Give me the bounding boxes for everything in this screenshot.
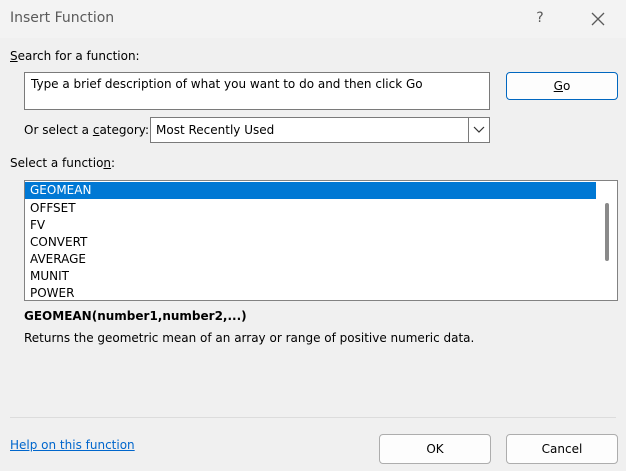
- go-button[interactable]: Go: [506, 72, 618, 100]
- scrollbar-thumb[interactable]: [605, 203, 609, 261]
- close-icon: [591, 12, 605, 26]
- category-selected-value: Most Recently Used: [156, 123, 275, 137]
- search-input[interactable]: Type a brief description of what you wan…: [24, 72, 490, 110]
- list-item[interactable]: OFFSET: [25, 200, 596, 217]
- help-on-function-link[interactable]: Help on this function: [10, 438, 135, 452]
- divider: [10, 417, 616, 418]
- list-item[interactable]: GEOMEAN: [25, 182, 596, 199]
- function-list-label: Select a function:: [10, 156, 116, 170]
- close-button[interactable]: [586, 7, 610, 31]
- list-item[interactable]: AVERAGE: [25, 251, 596, 268]
- category-select[interactable]: Most Recently Used: [150, 117, 490, 143]
- help-button[interactable]: ?: [528, 6, 552, 30]
- chevron-down-icon: [473, 126, 485, 133]
- function-description: Returns the geometric mean of an array o…: [24, 331, 475, 345]
- category-label: Or select a category:: [24, 123, 150, 137]
- function-list[interactable]: GEOMEAN OFFSET FV CONVERT AVERAGE MUNIT …: [24, 180, 618, 301]
- ok-button[interactable]: OK: [379, 434, 491, 464]
- title-bar: Insert Function ?: [0, 0, 626, 38]
- list-item[interactable]: CONVERT: [25, 234, 596, 251]
- list-item[interactable]: POWER: [25, 285, 596, 300]
- window-title: Insert Function: [10, 10, 115, 26]
- insert-function-dialog: Insert Function ? Search for a function:…: [0, 0, 626, 471]
- function-signature: GEOMEAN(number1,number2,...): [24, 309, 247, 323]
- cancel-button[interactable]: Cancel: [506, 434, 618, 464]
- search-label: Search for a function:: [10, 49, 140, 63]
- list-item[interactable]: FV: [25, 217, 596, 234]
- list-item[interactable]: MUNIT: [25, 268, 596, 285]
- category-dropdown-button[interactable]: [468, 118, 489, 142]
